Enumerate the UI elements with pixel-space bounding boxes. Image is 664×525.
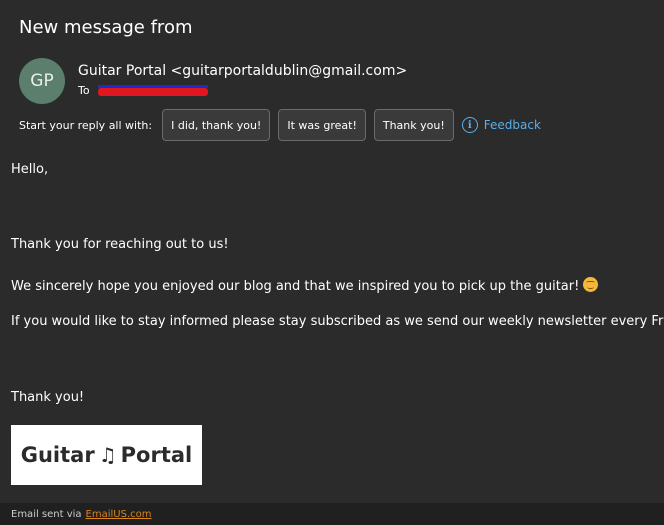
quick-reply-label: Start your reply all with: [19, 118, 153, 132]
recipient-row: To [78, 84, 208, 98]
feedback-link[interactable]: i Feedback [461, 117, 541, 133]
sender-avatar[interactable]: GP [19, 58, 65, 104]
smiling-face-icon [583, 277, 599, 292]
music-note-icon: ♫ [98, 443, 117, 467]
to-label: To [78, 84, 90, 97]
body-line-2-text: We sincerely hope you enjoyed our blog a… [11, 279, 580, 294]
redacted-recipient [98, 85, 208, 97]
footer-link[interactable]: EmailUS.com [86, 509, 152, 520]
quick-reply-bar: Start your reply all with: I did, thank … [19, 109, 541, 141]
footer-text: Email sent via [11, 508, 82, 520]
greeting-text: Hello, [11, 162, 49, 177]
quick-reply-button-1[interactable]: I did, thank you! [162, 109, 271, 141]
body-line-3: If you would like to stay informed pleas… [11, 314, 664, 329]
email-subject: New message from [19, 17, 193, 38]
avatar-initials: GP [30, 71, 54, 91]
quick-reply-button-3[interactable]: Thank you! [373, 109, 454, 141]
body-line-2: We sincerely hope you enjoyed our blog a… [11, 277, 599, 294]
logo-word-1: Guitar [20, 443, 95, 467]
email-view: New message from GP Guitar Portal <guita… [0, 0, 664, 525]
signoff-text: Thank you! [11, 390, 85, 405]
quick-reply-button-2[interactable]: It was great! [278, 109, 366, 141]
body-line-1: Thank you for reaching out to us! [11, 237, 229, 252]
guitar-portal-logo: Guitar ♫ Portal [11, 425, 202, 485]
feedback-label: Feedback [483, 118, 541, 132]
sender-name[interactable]: Guitar Portal <guitarportaldublin@gmail.… [78, 63, 407, 79]
info-icon: i [461, 117, 478, 133]
email-footer: Email sent via EmailUS.com [0, 503, 664, 525]
logo-word-2: Portal [120, 443, 193, 467]
